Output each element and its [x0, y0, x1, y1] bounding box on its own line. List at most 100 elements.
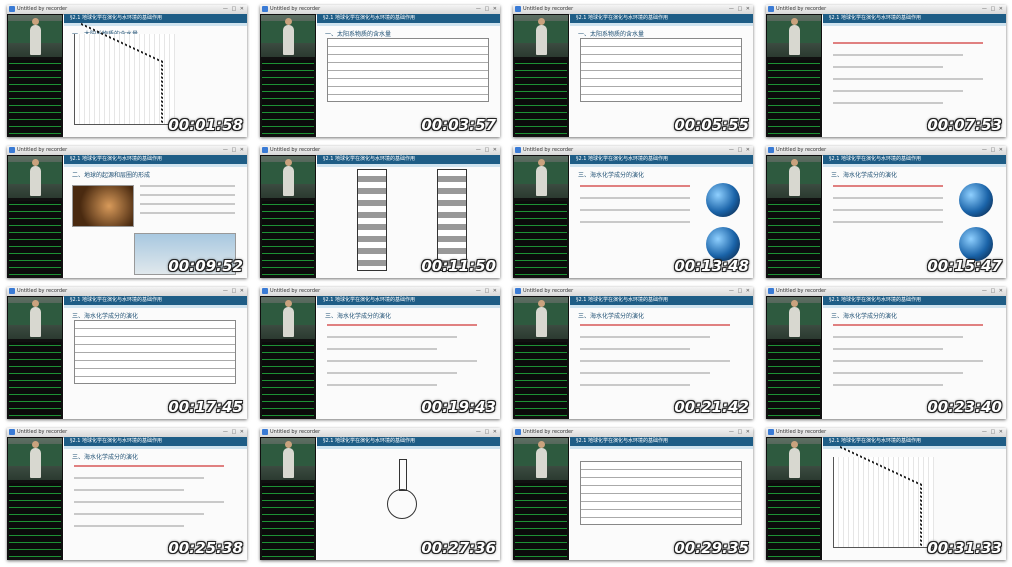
lecturer-video	[261, 15, 315, 57]
timestamp-label: 00:21:42	[674, 398, 749, 416]
video-thumbnail[interactable]: Untitled by recorder — □ ✕ §2.1 地球化学在演化与水环…	[260, 5, 500, 137]
lecturer-figure	[283, 441, 294, 478]
lecturer-video	[767, 156, 821, 198]
window-controls[interactable]: — □ ✕	[223, 6, 245, 13]
video-thumbnail[interactable]: Untitled by recorder — □ ✕ §2.1 地球化学在演化与水环…	[7, 428, 247, 560]
window-controls[interactable]: — □ ✕	[729, 147, 751, 154]
video-thumbnail[interactable]: Untitled by recorder — □ ✕ §2.1 地球化学在演化与水环…	[513, 146, 753, 278]
window-controls[interactable]: — □ ✕	[729, 6, 751, 13]
slide-image	[72, 185, 134, 227]
slide-stripe	[570, 446, 753, 449]
window-controls[interactable]: — □ ✕	[982, 288, 1004, 295]
video-thumbnail[interactable]: Untitled by recorder — □ ✕ §2.1 地球化学在演化与水环…	[513, 5, 753, 137]
text-line	[833, 185, 943, 187]
chat-log	[262, 483, 314, 557]
app-icon	[262, 147, 268, 153]
window-controls[interactable]: — □ ✕	[982, 6, 1004, 13]
left-panel	[7, 14, 63, 137]
video-thumbnail[interactable]: Untitled by recorder — □ ✕ §2.1 地球化学在演化与水环…	[260, 146, 500, 278]
text-line	[327, 336, 457, 338]
window-title: Untitled by recorder	[17, 6, 68, 12]
window-controls[interactable]: — □ ✕	[729, 429, 751, 436]
slide-stripe	[64, 446, 247, 449]
timestamp-label: 00:29:35	[674, 539, 749, 557]
video-thumbnail[interactable]: Untitled by recorder — □ ✕ §2.1 地球化学在演化与水环…	[7, 146, 247, 278]
text-line	[833, 372, 963, 374]
left-panel	[766, 296, 822, 419]
lecturer-video	[8, 438, 62, 480]
lecturer-video	[767, 297, 821, 339]
slide-header: §2.1 地球化学在演化与水环境的基础作用	[64, 155, 247, 164]
slide-chart	[74, 34, 175, 125]
window-controls[interactable]: — □ ✕	[223, 288, 245, 295]
slide-heading: 三、海水化学成分的演化	[831, 172, 898, 179]
slide-header-text: §2.1 地球化学在演化与水环境的基础作用	[576, 156, 669, 162]
lecturer-figure	[789, 159, 800, 196]
lecturer-figure	[283, 300, 294, 337]
text-line	[74, 525, 184, 527]
slide-table	[327, 38, 489, 102]
lecturer-video	[767, 15, 821, 57]
earth-image	[959, 227, 993, 261]
video-thumbnail[interactable]: Untitled by recorder — □ ✕ §2.1 地球化学在演化与水环…	[513, 287, 753, 419]
slide-header-text: §2.1 地球化学在演化与水环境的基础作用	[323, 156, 416, 162]
slide-header-text: §2.1 地球化学在演化与水环境的基础作用	[70, 438, 163, 444]
app-icon	[515, 429, 521, 435]
slide-heading: 一、太阳系物质的含水量	[325, 31, 392, 38]
slide-header: §2.1 地球化学在演化与水环境的基础作用	[317, 296, 500, 305]
slide-header: §2.1 地球化学在演化与水环境的基础作用	[570, 155, 753, 164]
earth-image	[706, 183, 740, 217]
window-controls[interactable]: — □ ✕	[223, 429, 245, 436]
video-thumbnail[interactable]: Untitled by recorder — □ ✕ §2.1 地球化学在演化与水环…	[766, 428, 1006, 560]
video-thumbnail[interactable]: Untitled by recorder — □ ✕ §2.1 地球化学在演化与水环…	[260, 287, 500, 419]
video-thumbnail[interactable]: Untitled by recorder — □ ✕ §2.1 地球化学在演化与水环…	[513, 428, 753, 560]
text-line	[833, 54, 963, 56]
text-line	[580, 336, 710, 338]
video-thumbnail[interactable]: Untitled by recorder — □ ✕ §2.1 地球化学在演化与水环…	[766, 5, 1006, 137]
window-title: Untitled by recorder	[523, 6, 574, 12]
lecturer-figure	[283, 159, 294, 196]
text-line	[833, 102, 943, 104]
lecturer-figure	[536, 18, 547, 55]
slide-header-text: §2.1 地球化学在演化与水环境的基础作用	[576, 15, 669, 21]
left-panel	[7, 437, 63, 560]
window-controls[interactable]: — □ ✕	[223, 147, 245, 154]
text-line	[327, 360, 477, 362]
lecturer-video	[514, 297, 568, 339]
chat-log	[515, 201, 567, 275]
slide-header: §2.1 地球化学在演化与水环境的基础作用	[570, 296, 753, 305]
lecturer-figure	[30, 441, 41, 478]
window-controls[interactable]: — □ ✕	[476, 288, 498, 295]
slide-header-text: §2.1 地球化学在演化与水环境的基础作用	[70, 156, 163, 162]
slide-table	[580, 461, 742, 525]
video-thumbnail[interactable]: Untitled by recorder — □ ✕ §2.1 地球化学在演化与水环…	[766, 146, 1006, 278]
left-panel	[260, 14, 316, 137]
window-controls[interactable]: — □ ✕	[982, 429, 1004, 436]
left-panel	[513, 437, 569, 560]
slide-header-text: §2.1 地球化学在演化与水环境的基础作用	[70, 15, 163, 21]
left-panel	[513, 296, 569, 419]
window-controls[interactable]: — □ ✕	[982, 147, 1004, 154]
lecturer-video	[8, 156, 62, 198]
window-controls[interactable]: — □ ✕	[476, 147, 498, 154]
window-controls[interactable]: — □ ✕	[729, 288, 751, 295]
window-controls[interactable]: — □ ✕	[476, 6, 498, 13]
slide-heading: 三、海水化学成分的演化	[578, 313, 645, 320]
video-thumbnail[interactable]: Untitled by recorder — □ ✕ §2.1 地球化学在演化与水环…	[7, 287, 247, 419]
window-controls[interactable]: — □ ✕	[476, 429, 498, 436]
chat-log	[9, 483, 61, 557]
text-line	[833, 336, 963, 338]
video-thumbnail[interactable]: Untitled by recorder — □ ✕ §2.1 地球化学在演化与水环…	[766, 287, 1006, 419]
video-thumbnail[interactable]: Untitled by recorder — □ ✕ §2.1 地球化学在演化与水环…	[260, 428, 500, 560]
chat-log	[768, 483, 820, 557]
video-thumbnail[interactable]: Untitled by recorder — □ ✕ §2.1 地球化学在演化与水环…	[7, 5, 247, 137]
slide-header: §2.1 地球化学在演化与水环境的基础作用	[823, 14, 1006, 23]
slide-table	[580, 38, 742, 102]
app-icon	[768, 147, 774, 153]
slide-header: §2.1 地球化学在演化与水环境的基础作用	[64, 437, 247, 446]
timestamp-label: 00:11:50	[421, 257, 496, 275]
slide-header: §2.1 地球化学在演化与水环境的基础作用	[64, 14, 247, 23]
lecturer-figure	[789, 300, 800, 337]
timestamp-label: 00:31:33	[927, 539, 1002, 557]
timestamp-label: 00:13:48	[674, 257, 749, 275]
